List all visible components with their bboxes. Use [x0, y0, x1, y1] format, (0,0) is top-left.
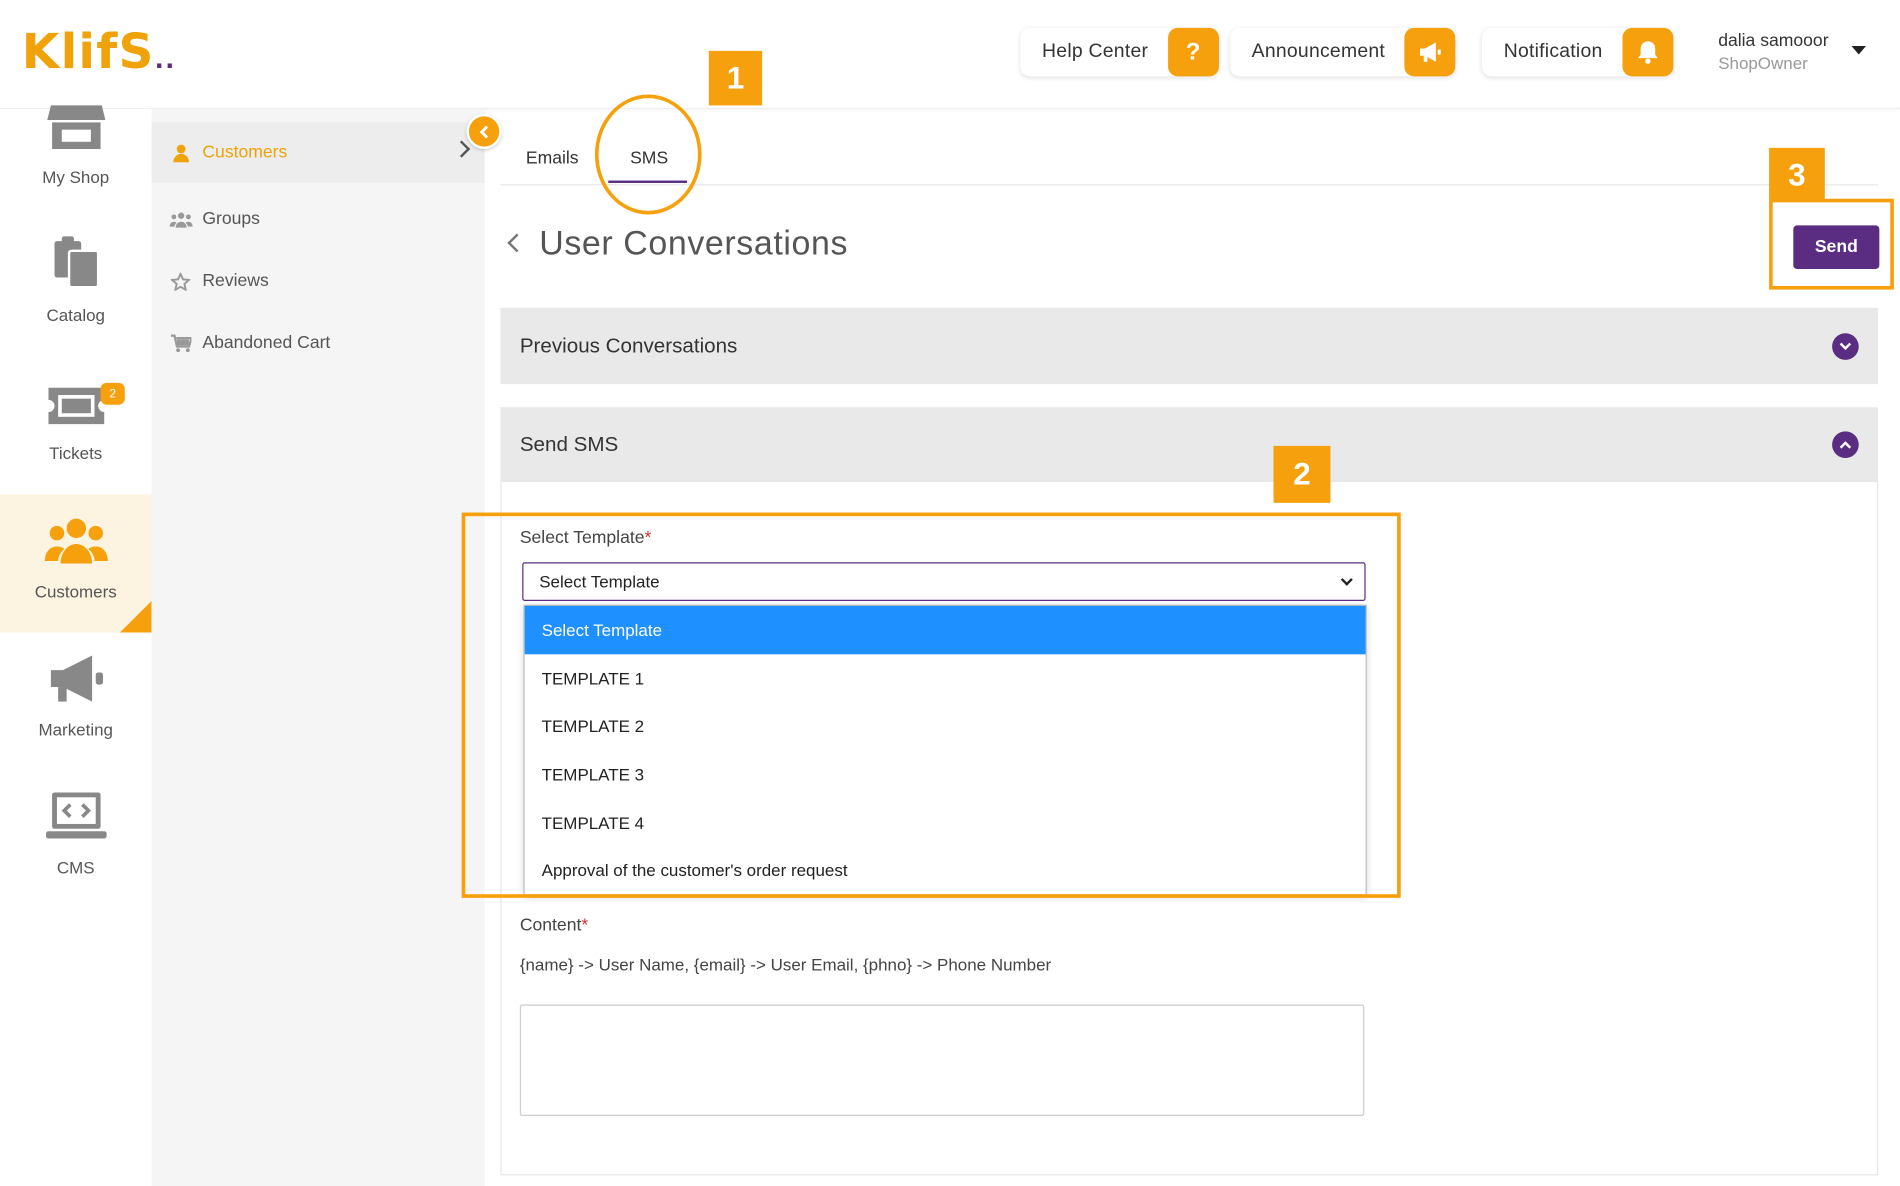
person-icon [168, 144, 192, 162]
submenu-item-abandoned-cart[interactable]: Abandoned Cart [151, 313, 484, 374]
tickets-badge: 2 [100, 382, 125, 405]
previous-conversations-title: Previous Conversations [519, 333, 738, 357]
ticket-icon [45, 384, 106, 431]
megaphone-icon [47, 653, 105, 708]
cart-icon [168, 333, 192, 352]
customers-icon [43, 517, 108, 569]
annotation-step-2: 2 [1273, 445, 1331, 503]
user-name[interactable]: dalia samooor [1718, 32, 1828, 51]
notification-button[interactable]: Notification [1481, 27, 1673, 77]
catalog-icon [50, 236, 101, 293]
submenu-item-label: Reviews [202, 271, 269, 291]
nav-customers-label: Customers [34, 581, 117, 602]
submenu-item-label: Abandoned Cart [202, 333, 331, 353]
annotation-box-template [461, 512, 1401, 898]
content-placeholder-hint: {name} -> User Name, {email} -> User Ema… [519, 954, 1052, 975]
nav-tickets-label: Tickets [49, 443, 103, 463]
submenu-item-reviews[interactable]: Reviews [151, 251, 484, 312]
content-label: Content* [519, 916, 589, 936]
tab-emails[interactable]: Emails [526, 133, 579, 184]
announcement-label: Announcement [1251, 41, 1386, 62]
annotation-step-1: 1 [708, 50, 763, 106]
nav-cms-label: CMS [56, 857, 95, 878]
nav-catalog-label: Catalog [46, 305, 105, 325]
top-header: KlifS.. Help Center ? Announcement Notif… [0, 0, 1900, 110]
help-center-label: Help Center [1042, 41, 1149, 62]
cms-icon [44, 791, 107, 846]
submenu-item-label: Groups [202, 209, 260, 230]
page-title: User Conversations [539, 224, 849, 262]
notification-label: Notification [1503, 41, 1603, 62]
annotation-box-send [1769, 198, 1894, 290]
chevron-right-icon [453, 140, 471, 158]
customers-submenu: Customers Groups Reviews Abandoned Cart [151, 109, 485, 1186]
nav-customers[interactable]: Customers [0, 494, 152, 633]
user-role: ShopOwner [1718, 53, 1808, 73]
klifs-logo[interactable]: KlifS.. [22, 24, 176, 80]
nav-my-shop-label: My Shop [42, 167, 110, 187]
app-root: KlifS.. Help Center ? Announcement Notif… [0, 0, 1900, 1186]
main-nav-rail: My Shop Catalog 2 Tickets Customers Mark… [0, 105, 152, 1186]
back-chevron-icon[interactable] [507, 233, 527, 253]
nav-catalog[interactable]: Catalog [0, 218, 151, 356]
question-icon: ? [1167, 27, 1219, 77]
group-icon [168, 211, 193, 228]
tabs-divider [500, 184, 1879, 186]
nav-cms[interactable]: CMS [0, 771, 151, 909]
chevron-left-icon [478, 124, 488, 138]
send-sms-title: Send SMS [519, 432, 619, 456]
annotation-circle-sms-tab [594, 94, 702, 215]
user-menu-caret-icon[interactable] [1851, 46, 1867, 55]
annotation-step-3: 3 [1769, 147, 1825, 202]
content-textarea[interactable] [519, 1004, 1365, 1116]
nav-my-shop[interactable]: My Shop [0, 80, 151, 218]
help-center-button[interactable]: Help Center ? [1020, 27, 1219, 77]
nav-marketing[interactable]: Marketing [0, 633, 151, 771]
submenu-item-groups[interactable]: Groups [151, 189, 484, 250]
collapse-chevron-up-icon[interactable] [1832, 431, 1859, 459]
previous-conversations-panel[interactable]: Previous Conversations [500, 307, 1879, 385]
collapse-sidebar-button[interactable] [466, 113, 502, 150]
send-sms-panel[interactable]: Send SMS [500, 407, 1879, 483]
submenu-item-label: Customers [202, 142, 288, 163]
star-icon [168, 272, 192, 291]
nav-marketing-label: Marketing [38, 719, 113, 740]
nav-tickets[interactable]: 2 Tickets [0, 356, 151, 494]
submenu-item-customers[interactable]: Customers [151, 122, 485, 183]
store-icon [45, 103, 106, 155]
announcement-button[interactable]: Announcement [1229, 27, 1456, 77]
bell-icon [1621, 27, 1673, 77]
megaphone-icon [1404, 27, 1456, 77]
expand-chevron-down-icon[interactable] [1832, 332, 1859, 360]
